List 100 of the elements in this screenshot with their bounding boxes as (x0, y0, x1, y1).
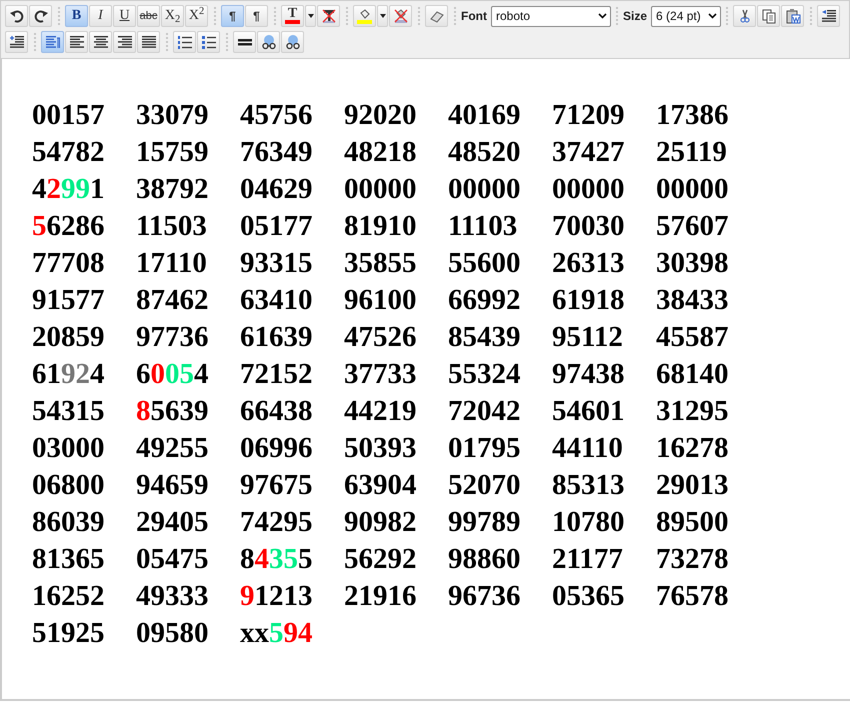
number-text: 54315 (32, 394, 104, 429)
indent-icon (8, 34, 24, 50)
no-text-color-button[interactable] (317, 5, 340, 27)
number-text: 06996 (240, 431, 312, 466)
number-text: 90982 (344, 505, 416, 540)
redo-icon (32, 8, 48, 24)
number-text: 63904 (344, 468, 416, 503)
number-text: 48218 (344, 135, 416, 170)
number-text: 17386 (656, 98, 728, 133)
redo-button[interactable] (29, 5, 52, 27)
no-highlight-button[interactable] (389, 5, 412, 27)
number-text: 29405 (136, 505, 208, 540)
number-text: 56286 (32, 209, 104, 244)
number-text: 84355 (240, 542, 312, 577)
eraser-button[interactable] (425, 5, 448, 27)
number-text: 00000 (552, 172, 624, 207)
caret-icon (598, 13, 607, 19)
number-text: 00000 (344, 172, 416, 207)
number-text: 21916 (344, 579, 416, 614)
number-text: 31295 (656, 394, 728, 429)
number-text: 99789 (448, 505, 520, 540)
number-text: 77708 (32, 246, 104, 281)
dropdown[interactable]: 6 (24 pt) (651, 6, 722, 26)
number-text: xx594 (240, 616, 312, 651)
number-text: 93315 (240, 246, 312, 281)
number-text: 73278 (656, 542, 728, 577)
align-justify-button[interactable] (137, 31, 160, 53)
number-text: 44219 (344, 394, 416, 429)
align-left-button[interactable] (65, 31, 88, 53)
italic-button[interactable]: I (89, 5, 112, 27)
number-text: 35855 (344, 246, 416, 281)
number-text: 05475 (136, 542, 208, 577)
dropdown-button[interactable] (305, 5, 316, 27)
rtl-button[interactable]: ¶ (245, 5, 268, 27)
strikethrough-button[interactable]: abc (137, 5, 160, 27)
number-text: 60054 (136, 357, 208, 392)
number-text: 85313 (552, 468, 624, 503)
number-text: 06800 (32, 468, 104, 503)
number-text: 66438 (240, 394, 312, 429)
number-text: 17110 (136, 246, 207, 281)
number-text: 33079 (136, 98, 208, 133)
number-text: 55600 (448, 246, 520, 281)
dropdown[interactable]: roboto (491, 6, 611, 26)
number-text: 91213 (240, 579, 312, 614)
number-text: 97736 (136, 320, 208, 355)
number-text: 16252 (32, 579, 104, 614)
number-text: 37733 (344, 357, 416, 392)
number-text: 98860 (448, 542, 520, 577)
dropdown-button[interactable] (377, 5, 388, 27)
number-text: 81910 (344, 209, 416, 244)
field-label: Size (623, 8, 648, 25)
paste-button[interactable] (781, 5, 804, 27)
number-text: 01795 (448, 431, 520, 466)
number-text: 76349 (240, 135, 312, 170)
number-text: 72152 (240, 357, 312, 392)
number-text: 54601 (552, 394, 624, 429)
number-text: 11503 (136, 209, 207, 244)
number-text: 95112 (552, 320, 623, 355)
unlink-button[interactable] (281, 31, 304, 53)
editor-area[interactable] (0, 59, 850, 701)
number-text: 30398 (656, 246, 728, 281)
number-text: 70030 (552, 209, 624, 244)
number-text: 96100 (344, 283, 416, 318)
align-center-button[interactable] (89, 31, 112, 53)
link-button[interactable] (257, 31, 280, 53)
undo-button[interactable] (5, 5, 28, 27)
numbered-list-button[interactable] (173, 31, 196, 53)
number-text: 26313 (552, 246, 624, 281)
link-icon (260, 34, 276, 50)
bullet-list-button[interactable] (197, 31, 220, 53)
numbered-list-icon (176, 34, 192, 50)
script-button[interactable]: X$_{2}$ (161, 5, 184, 27)
underline-button[interactable]: U (113, 5, 136, 27)
script-button[interactable]: X$^{2}$ (185, 5, 208, 27)
highlight-color-button[interactable] (353, 5, 376, 27)
number-text: 38433 (656, 283, 728, 318)
align-left-icon (44, 34, 60, 50)
copy-button[interactable] (757, 5, 780, 27)
number-text: 16278 (656, 431, 728, 466)
ltr-button[interactable]: ¶ (221, 5, 244, 27)
number-text: 97675 (240, 468, 312, 503)
indent-button[interactable] (5, 31, 28, 53)
number-text: 97438 (552, 357, 624, 392)
number-text: 55324 (448, 357, 520, 392)
number-text: 61918 (552, 283, 624, 318)
number-text: 15759 (136, 135, 208, 170)
horizontal-rule-button[interactable] (233, 31, 256, 53)
number-text: 05177 (240, 209, 312, 244)
bold-button[interactable]: B (65, 5, 88, 27)
undo-icon (8, 8, 24, 24)
align-right-button[interactable] (113, 31, 136, 53)
number-text: 00000 (656, 172, 728, 207)
align-center-icon (92, 34, 108, 50)
outdent-button[interactable] (817, 5, 840, 27)
number-text: 86039 (32, 505, 104, 540)
number-text: 94659 (136, 468, 208, 503)
text-color-button[interactable]: T (281, 5, 304, 27)
number-text: 09580 (136, 616, 208, 651)
number-text: 72042 (448, 394, 520, 429)
scissors-button[interactable] (733, 5, 756, 27)
